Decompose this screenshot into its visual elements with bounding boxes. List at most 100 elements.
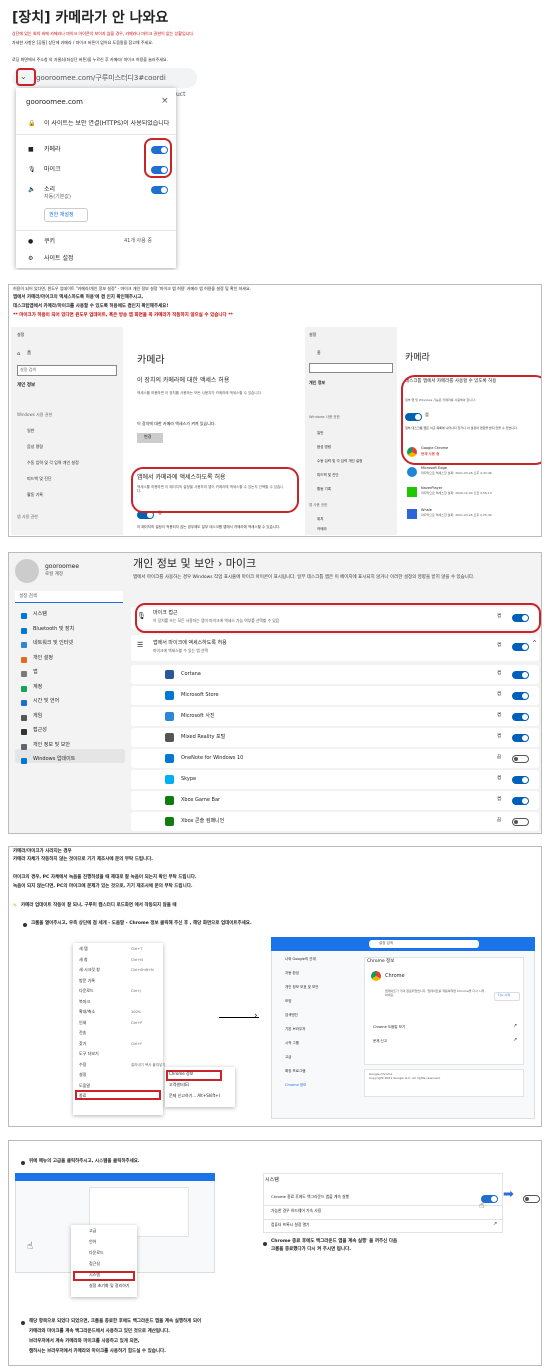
advanced-menu-item[interactable]: 고급 bbox=[89, 1228, 96, 1234]
nav-item[interactable]: 수동 입력 및 각 입력 개인 설정 bbox=[317, 459, 362, 463]
menu-item[interactable]: 새 시크릿 창 bbox=[79, 967, 100, 973]
nav-item-9[interactable]: 개인 정보 및 보안 bbox=[33, 742, 70, 748]
app-icon bbox=[165, 670, 174, 679]
nav-item[interactable]: 일반 bbox=[27, 428, 34, 434]
nav-item[interactable]: 피드백 및 진단 bbox=[27, 476, 52, 482]
nav-item-2[interactable]: 네트워크 및 인터넷 bbox=[33, 640, 73, 646]
step-text: 크롬을 종료했다가 다시 켜 주시면 됩니다. bbox=[271, 1247, 351, 1252]
nav-item-5[interactable]: 계정 bbox=[33, 684, 42, 690]
sound-sub: 자동(기본값) bbox=[44, 194, 71, 200]
app-icon bbox=[165, 712, 174, 721]
lock-small-icon: 🔒 bbox=[28, 120, 36, 127]
option-label[interactable]: 컴퓨터 프록시 설정 열기 bbox=[271, 1222, 310, 1228]
nav-item[interactable]: 활동 기록 bbox=[27, 492, 43, 498]
sound-toggle[interactable] bbox=[151, 186, 168, 194]
advanced-menu-item[interactable]: 설정 초기화 및 정리하기 bbox=[89, 1283, 130, 1289]
naver-icon bbox=[407, 487, 417, 497]
chrome-nav-item[interactable]: 확장 프로그램 bbox=[285, 1069, 305, 1073]
menu-item[interactable]: 도구 더보기 bbox=[79, 1051, 99, 1057]
url-text[interactable]: gooroomee.com/구루미스터디3#coordi bbox=[36, 74, 166, 82]
advanced-menu-item[interactable]: 다운로드 bbox=[89, 1250, 104, 1256]
app-toggle[interactable] bbox=[512, 692, 529, 700]
menu-item[interactable]: 전송 bbox=[79, 1030, 86, 1036]
device-state: 이 장치에 대한 카메라 액세스가 켜져 있습니다. bbox=[137, 421, 216, 426]
nav-item-4[interactable]: 앱 bbox=[33, 669, 38, 675]
menu-item[interactable]: 다운로드 bbox=[79, 988, 94, 994]
nav-item[interactable]: 피드백 및 진단 bbox=[317, 473, 339, 477]
menu-item[interactable]: 설정 bbox=[79, 1072, 86, 1078]
nav-item[interactable]: 수동 입력 및 각 입력 개인 설정 bbox=[27, 460, 79, 466]
menu-item[interactable]: 새 창 bbox=[79, 957, 88, 963]
menu-item[interactable]: 찾기 bbox=[79, 1041, 86, 1047]
nav-item: 앱 사용 권한 bbox=[17, 514, 38, 519]
chrome-help-link[interactable]: Chrome 도움말 보기 bbox=[373, 1025, 405, 1029]
nav-item[interactable]: 음성 명령 bbox=[317, 445, 331, 449]
chrome-nav-item[interactable]: Chrome 정보 bbox=[285, 1083, 306, 1087]
site-settings-link[interactable]: 사이트 설정 bbox=[44, 255, 74, 262]
nav-item[interactable]: 카메라 bbox=[317, 527, 327, 531]
nav-item[interactable]: 활동 기록 bbox=[317, 487, 331, 491]
app-toggle[interactable] bbox=[512, 734, 529, 742]
cookie-label[interactable]: 쿠키 bbox=[44, 238, 55, 245]
chevron-up-icon[interactable]: ^ bbox=[532, 640, 537, 647]
menu-item[interactable]: 새 탭 bbox=[79, 946, 88, 952]
advanced-menu-item[interactable]: 접근성 bbox=[89, 1261, 100, 1267]
nav-home[interactable]: 홈 bbox=[317, 350, 321, 356]
app-toggle[interactable] bbox=[512, 671, 529, 679]
mic-access-highlight bbox=[135, 603, 541, 633]
chrome-nav-item[interactable]: 나와 Google의 관계 bbox=[285, 957, 316, 961]
app-toggle[interactable] bbox=[512, 818, 529, 826]
close-icon[interactable]: × bbox=[161, 96, 169, 107]
menu-item[interactable]: 도움말 bbox=[79, 1083, 90, 1089]
nav-item-6[interactable]: 시간 및 언어 bbox=[33, 698, 59, 704]
app-toggle[interactable] bbox=[512, 776, 529, 784]
arrow-line bbox=[219, 1017, 259, 1018]
chrome-nav-item[interactable]: 고급 bbox=[285, 1055, 291, 1059]
submenu-item[interactable]: 문제 신고하기... Alt+Shift+I bbox=[169, 1093, 220, 1099]
nav-item[interactable]: 위치 bbox=[317, 517, 323, 521]
menu-shortcut: Ctrl+P bbox=[131, 1020, 143, 1025]
menu-shortcut: Ctrl+F bbox=[131, 1041, 143, 1046]
user-name: gooroomee bbox=[45, 563, 80, 570]
app-toggle[interactable] bbox=[512, 755, 529, 763]
info-line: 카메라 자체가 작동하지 않는 것이므로 기기 제조사에 문의 부탁 드립니다. bbox=[13, 857, 154, 862]
submenu-item[interactable]: 고객센터(E) bbox=[169, 1082, 189, 1088]
chrome-report-link[interactable]: 문제 신고 bbox=[373, 1039, 387, 1043]
panel-camera-permission: [장치] 카메라가 안 나와요 상단에 있는 회의 바에 카메라나 마이크 아이… bbox=[8, 2, 542, 270]
notice-line: 자세한 사항은 [공통] 상단에 카메라 / 마이크 버튼이 없어요 도움말을 … bbox=[12, 40, 154, 45]
nav-item-10[interactable]: Windows 업데이트 bbox=[33, 756, 75, 762]
app-icon bbox=[165, 691, 174, 700]
chrome-nav-item[interactable]: 모양 bbox=[285, 999, 291, 1003]
menu-item[interactable]: 수정 bbox=[79, 1062, 86, 1068]
menu-item[interactable]: 종료 bbox=[79, 1093, 86, 1099]
chrome-nav-item[interactable]: 기본 브라우저 bbox=[285, 1027, 305, 1031]
app-toggle[interactable] bbox=[512, 797, 529, 805]
chrome-nav-item[interactable]: 자동 완성 bbox=[285, 971, 299, 975]
lock-icon[interactable]: ⌄ bbox=[20, 72, 27, 82]
nav-item[interactable]: 음성 명령 bbox=[27, 444, 43, 450]
chrome-nav-item[interactable]: 시작 그룹 bbox=[285, 1041, 299, 1045]
app-icon bbox=[165, 775, 174, 784]
menu-item[interactable]: 인쇄 bbox=[79, 1020, 86, 1026]
chrome-nav-item[interactable]: 검색엔진 bbox=[285, 1013, 298, 1017]
submenu-item[interactable]: Chrome 정보 bbox=[169, 1071, 193, 1077]
advanced-menu-item[interactable]: 언어 bbox=[89, 1239, 96, 1245]
nav-title: 설정 bbox=[309, 332, 317, 337]
menu-item[interactable]: 북마크 bbox=[79, 999, 90, 1005]
nav-item[interactable]: 일반 bbox=[317, 431, 323, 435]
apps-toggle[interactable] bbox=[512, 643, 529, 651]
nav-item-7[interactable]: 게임 bbox=[33, 713, 42, 719]
menu-item[interactable]: 확대/축소 bbox=[79, 1009, 95, 1015]
app-toggle[interactable] bbox=[512, 713, 529, 721]
nav-home[interactable]: 홈 bbox=[27, 351, 31, 356]
nav-item-0[interactable]: 시스템 bbox=[33, 611, 47, 617]
menu-item[interactable]: 방문 기록 bbox=[79, 978, 95, 984]
nav-item-8[interactable]: 접근성 bbox=[33, 727, 47, 733]
bullet bbox=[21, 1321, 25, 1325]
nav-item-1[interactable]: Bluetooth 및 장치 bbox=[33, 626, 74, 632]
mic-icon: 🎙 bbox=[28, 166, 36, 173]
chrome-nav-item[interactable]: 개인 정보 보호 및 보안 bbox=[285, 985, 318, 989]
nav-item-3[interactable]: 개인 설정 bbox=[33, 655, 53, 661]
nav-search[interactable] bbox=[309, 363, 393, 373]
advanced-menu-item[interactable]: 시스템 bbox=[89, 1272, 100, 1278]
